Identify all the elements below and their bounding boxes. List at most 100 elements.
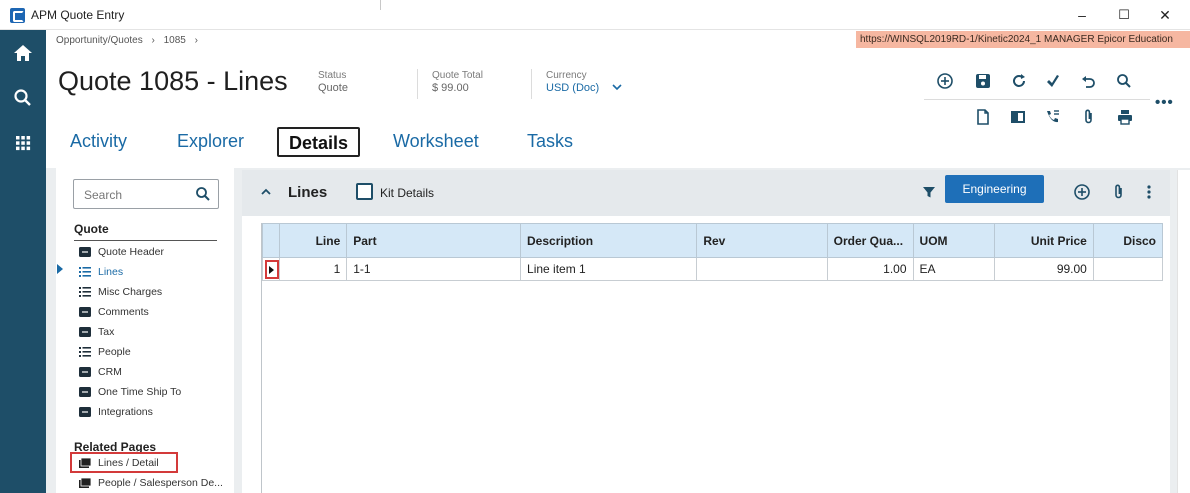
sidebar-item-label: Comments (98, 306, 149, 318)
cell-uom[interactable]: EA (912, 257, 995, 281)
related-page-label: People / Salesperson De... (98, 477, 223, 489)
clear-brush-icon[interactable] (1044, 72, 1062, 90)
new-document-icon[interactable] (974, 108, 992, 126)
cell-order-qty[interactable]: 1.00 (826, 257, 914, 281)
card-icon (79, 307, 91, 317)
lines-table: Line Part Description Rev Order Qua... U… (262, 223, 1163, 281)
toolbar-divider (924, 99, 1150, 100)
currency-label: Currency (546, 70, 587, 81)
collapse-chevron-icon[interactable] (260, 186, 272, 198)
list-icon (79, 347, 91, 357)
card-icon (79, 407, 91, 417)
sidebar-item-label: People (98, 346, 131, 358)
column-header-unit-price[interactable]: Unit Price (993, 223, 1094, 258)
row-selector-header (262, 223, 281, 258)
card-icon (79, 247, 91, 257)
column-header-uom[interactable]: UOM (912, 223, 995, 258)
apps-grid-icon[interactable] (10, 130, 36, 156)
lines-grid: Line Part Description Rev Order Qua... U… (261, 223, 1163, 493)
column-header-line[interactable]: Line (279, 223, 348, 258)
lines-panel-title: Lines (288, 184, 328, 201)
kit-details-checkbox[interactable] (356, 183, 373, 200)
currency-value[interactable]: USD (Doc) (546, 82, 599, 94)
nav-section-divider (74, 240, 217, 241)
maximize-button[interactable]: ☐ (1109, 4, 1139, 26)
tab-tasks[interactable]: Tasks (521, 127, 579, 157)
column-header-description[interactable]: Description (520, 223, 698, 258)
close-button[interactable]: ✕ (1150, 4, 1180, 26)
quote-total-label: Quote Total (432, 70, 483, 81)
cell-part[interactable]: 1-1 (346, 257, 522, 281)
environment-banner: https://WINSQL2019RD-1/Kinetic2024_1 MAN… (856, 31, 1190, 48)
quote-total-field: Quote Total $ 99.00 (432, 70, 483, 94)
status-field: Status Quote (318, 70, 348, 94)
column-header-part[interactable]: Part (346, 223, 522, 258)
column-header-discount[interactable]: Disco (1092, 223, 1163, 258)
quote-total-value: $ 99.00 (432, 82, 469, 94)
attachment-icon[interactable] (1080, 108, 1098, 126)
add-line-icon[interactable] (1073, 183, 1091, 201)
save-icon[interactable] (974, 72, 992, 90)
card-icon (79, 367, 91, 377)
home-icon[interactable] (10, 40, 36, 66)
search-icon[interactable] (195, 186, 211, 202)
phone-list-icon[interactable] (1044, 108, 1062, 126)
lines-panel-header: Lines Kit Details Engineering (242, 170, 1170, 216)
list-icon (79, 287, 91, 297)
sidebar-item-label: CRM (98, 366, 122, 378)
pages-icon (79, 478, 91, 488)
breadcrumb-quote-number[interactable]: 1085 (164, 35, 186, 46)
search-placeholder: Search (84, 188, 123, 202)
vertical-scrollbar[interactable] (1177, 170, 1190, 493)
window-title-bar: APM Quote Entry – ☐ ✕ (0, 0, 1190, 30)
list-icon (79, 267, 91, 277)
add-new-icon[interactable] (936, 72, 954, 90)
engineering-button[interactable]: Engineering (945, 175, 1044, 203)
tab-worksheet[interactable]: Worksheet (387, 127, 485, 157)
cell-line[interactable]: 1 (279, 257, 348, 281)
sidebar-item-label: Integrations (98, 406, 153, 418)
app-rail (0, 30, 46, 493)
search-icon[interactable] (10, 85, 36, 111)
status-value: Quote (318, 82, 348, 94)
breadcrumb-separator: › (151, 35, 155, 46)
epicor-logo-icon (10, 8, 25, 23)
tab-details[interactable]: Details (277, 127, 361, 157)
refresh-icon[interactable] (1010, 72, 1028, 90)
card-icon (79, 387, 91, 397)
attachment-icon[interactable] (1110, 183, 1128, 201)
nav-section-quote: Quote (74, 222, 109, 236)
sidebar-item-label: One Time Ship To (98, 386, 182, 398)
sidebar-item-label: Lines (98, 266, 124, 278)
header-divider (417, 69, 418, 99)
status-label: Status (318, 70, 347, 81)
search-input[interactable]: Search (73, 179, 219, 209)
search-icon[interactable] (1115, 72, 1133, 90)
filter-icon[interactable] (922, 185, 936, 199)
header-divider (531, 69, 532, 99)
highlight-annotation (70, 452, 178, 473)
table-row[interactable]: 1 1-1 Line item 1 1.00 EA 99.00 (262, 257, 1163, 281)
sidebar-item-label: Misc Charges (98, 286, 163, 298)
column-header-order-qty[interactable]: Order Qua... (826, 223, 914, 258)
undo-icon[interactable] (1080, 72, 1098, 90)
current-item-indicator (57, 264, 63, 274)
minimize-button[interactable]: – (1067, 4, 1097, 26)
table-header-row: Line Part Description Rev Order Qua... U… (262, 223, 1163, 258)
tab-explorer[interactable]: Explorer (171, 127, 250, 157)
column-header-rev[interactable]: Rev (696, 223, 828, 258)
panel-layout-icon[interactable] (1009, 108, 1027, 126)
cell-unit-price[interactable]: 99.00 (993, 257, 1094, 281)
breadcrumb-opportunity-quotes[interactable]: Opportunity/Quotes (56, 35, 143, 46)
cell-rev[interactable] (696, 257, 828, 281)
sidebar-item-label: Tax (98, 326, 115, 338)
overflow-menu-icon[interactable] (1140, 183, 1158, 201)
cell-description[interactable]: Line item 1 (520, 257, 698, 281)
more-options-icon[interactable]: ••• (1155, 94, 1174, 111)
print-icon[interactable] (1116, 108, 1134, 126)
currency-field[interactable]: Currency USD (Doc) (546, 70, 599, 94)
row-selector[interactable] (262, 257, 281, 281)
cell-discount[interactable] (1092, 257, 1163, 281)
chevron-down-icon[interactable] (612, 82, 622, 92)
tab-activity[interactable]: Activity (64, 127, 133, 157)
